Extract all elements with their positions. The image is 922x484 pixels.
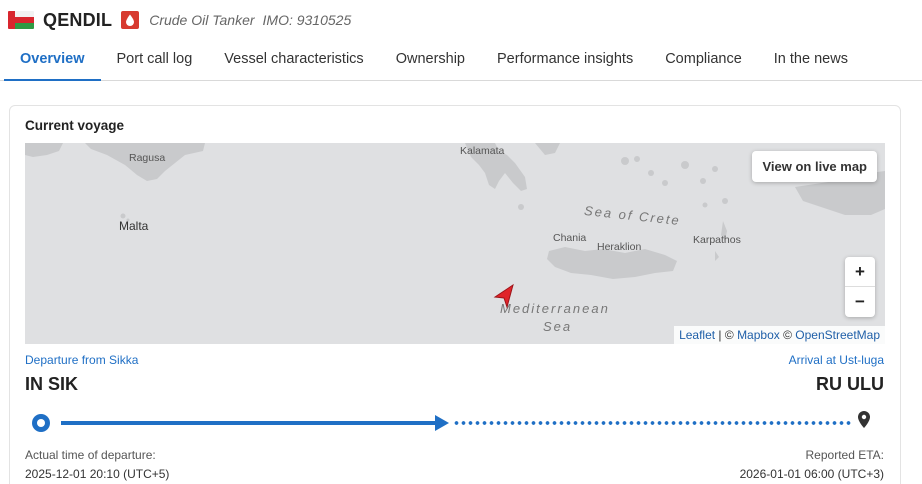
departure-point-icon xyxy=(32,414,50,432)
map-label-karpathos: Karpathos xyxy=(693,234,741,246)
map-label-sea: Sea xyxy=(543,319,573,334)
arrival-port-code: RU ULU xyxy=(816,374,884,394)
zoom-out-button[interactable]: − xyxy=(845,287,875,317)
progress-arrow-icon xyxy=(435,415,449,431)
attribution-separator: | © xyxy=(715,328,738,342)
view-on-live-map-button[interactable]: View on live map xyxy=(752,151,877,182)
tab-in-the-news[interactable]: In the news xyxy=(758,40,864,80)
card-title: Current voyage xyxy=(25,118,125,133)
map-label-ragusa: Ragusa xyxy=(129,152,166,164)
tab-performance-insights[interactable]: Performance insights xyxy=(481,40,649,80)
openstreetmap-link[interactable]: OpenStreetMap xyxy=(795,328,880,342)
tab-vessel-characteristics[interactable]: Vessel characteristics xyxy=(208,40,379,80)
tab-port-call-log[interactable]: Port call log xyxy=(101,40,209,80)
mapbox-link[interactable]: Mapbox xyxy=(737,328,780,342)
vessel-position-icon[interactable] xyxy=(493,283,517,311)
vessel-name: QENDIL xyxy=(43,9,113,30)
departure-time-label: Actual time of departure: xyxy=(25,448,156,462)
completed-route-line xyxy=(61,421,439,425)
departure-time-value: 2025-12-01 20:10 (UTC+5) xyxy=(25,467,170,481)
tab-overview[interactable]: Overview xyxy=(4,40,101,81)
zoom-control: + − xyxy=(845,257,875,317)
map-label-chania: Chania xyxy=(553,232,587,244)
oman-flag-icon xyxy=(8,11,34,29)
voyage-map[interactable]: Ragusa Kalamata Malta Chania Heraklion K… xyxy=(25,143,885,344)
tanker-icon xyxy=(121,11,140,29)
current-voyage-card: Current voyage Ragusa Kalamata Malta Cha… xyxy=(9,105,901,484)
vessel-header: QENDIL Crude Oil Tanker IMO: 9310525 xyxy=(8,8,351,32)
vessel-imo: IMO: 9310525 xyxy=(262,12,352,28)
attribution-copyright: © xyxy=(779,328,796,342)
map-label-malta: Malta xyxy=(119,219,149,233)
arrival-label: Arrival at Ust-luga xyxy=(788,353,884,367)
departure-port-code: IN SIK xyxy=(25,374,79,394)
tab-ownership[interactable]: Ownership xyxy=(380,40,481,80)
leaflet-link[interactable]: Leaflet xyxy=(679,328,715,342)
eta-value: 2026-01-01 06:00 (UTC+3) xyxy=(739,467,884,481)
eta-label: Reported ETA: xyxy=(805,448,884,462)
tab-bar: Overview Port call log Vessel characteri… xyxy=(0,40,922,81)
voyage-progress-track xyxy=(30,411,870,435)
map-label-heraklion: Heraklion xyxy=(597,241,642,253)
destination-pin-icon xyxy=(858,411,870,428)
map-attribution: Leaflet | © Mapbox © OpenStreetMap xyxy=(674,326,885,344)
tab-compliance[interactable]: Compliance xyxy=(649,40,758,80)
zoom-in-button[interactable]: + xyxy=(845,257,875,287)
remaining-route-line xyxy=(453,421,851,425)
departure-label: Departure from Sikka xyxy=(25,353,139,367)
vessel-type: Crude Oil Tanker xyxy=(149,12,255,28)
map-label-kalamata: Kalamata xyxy=(460,145,505,157)
